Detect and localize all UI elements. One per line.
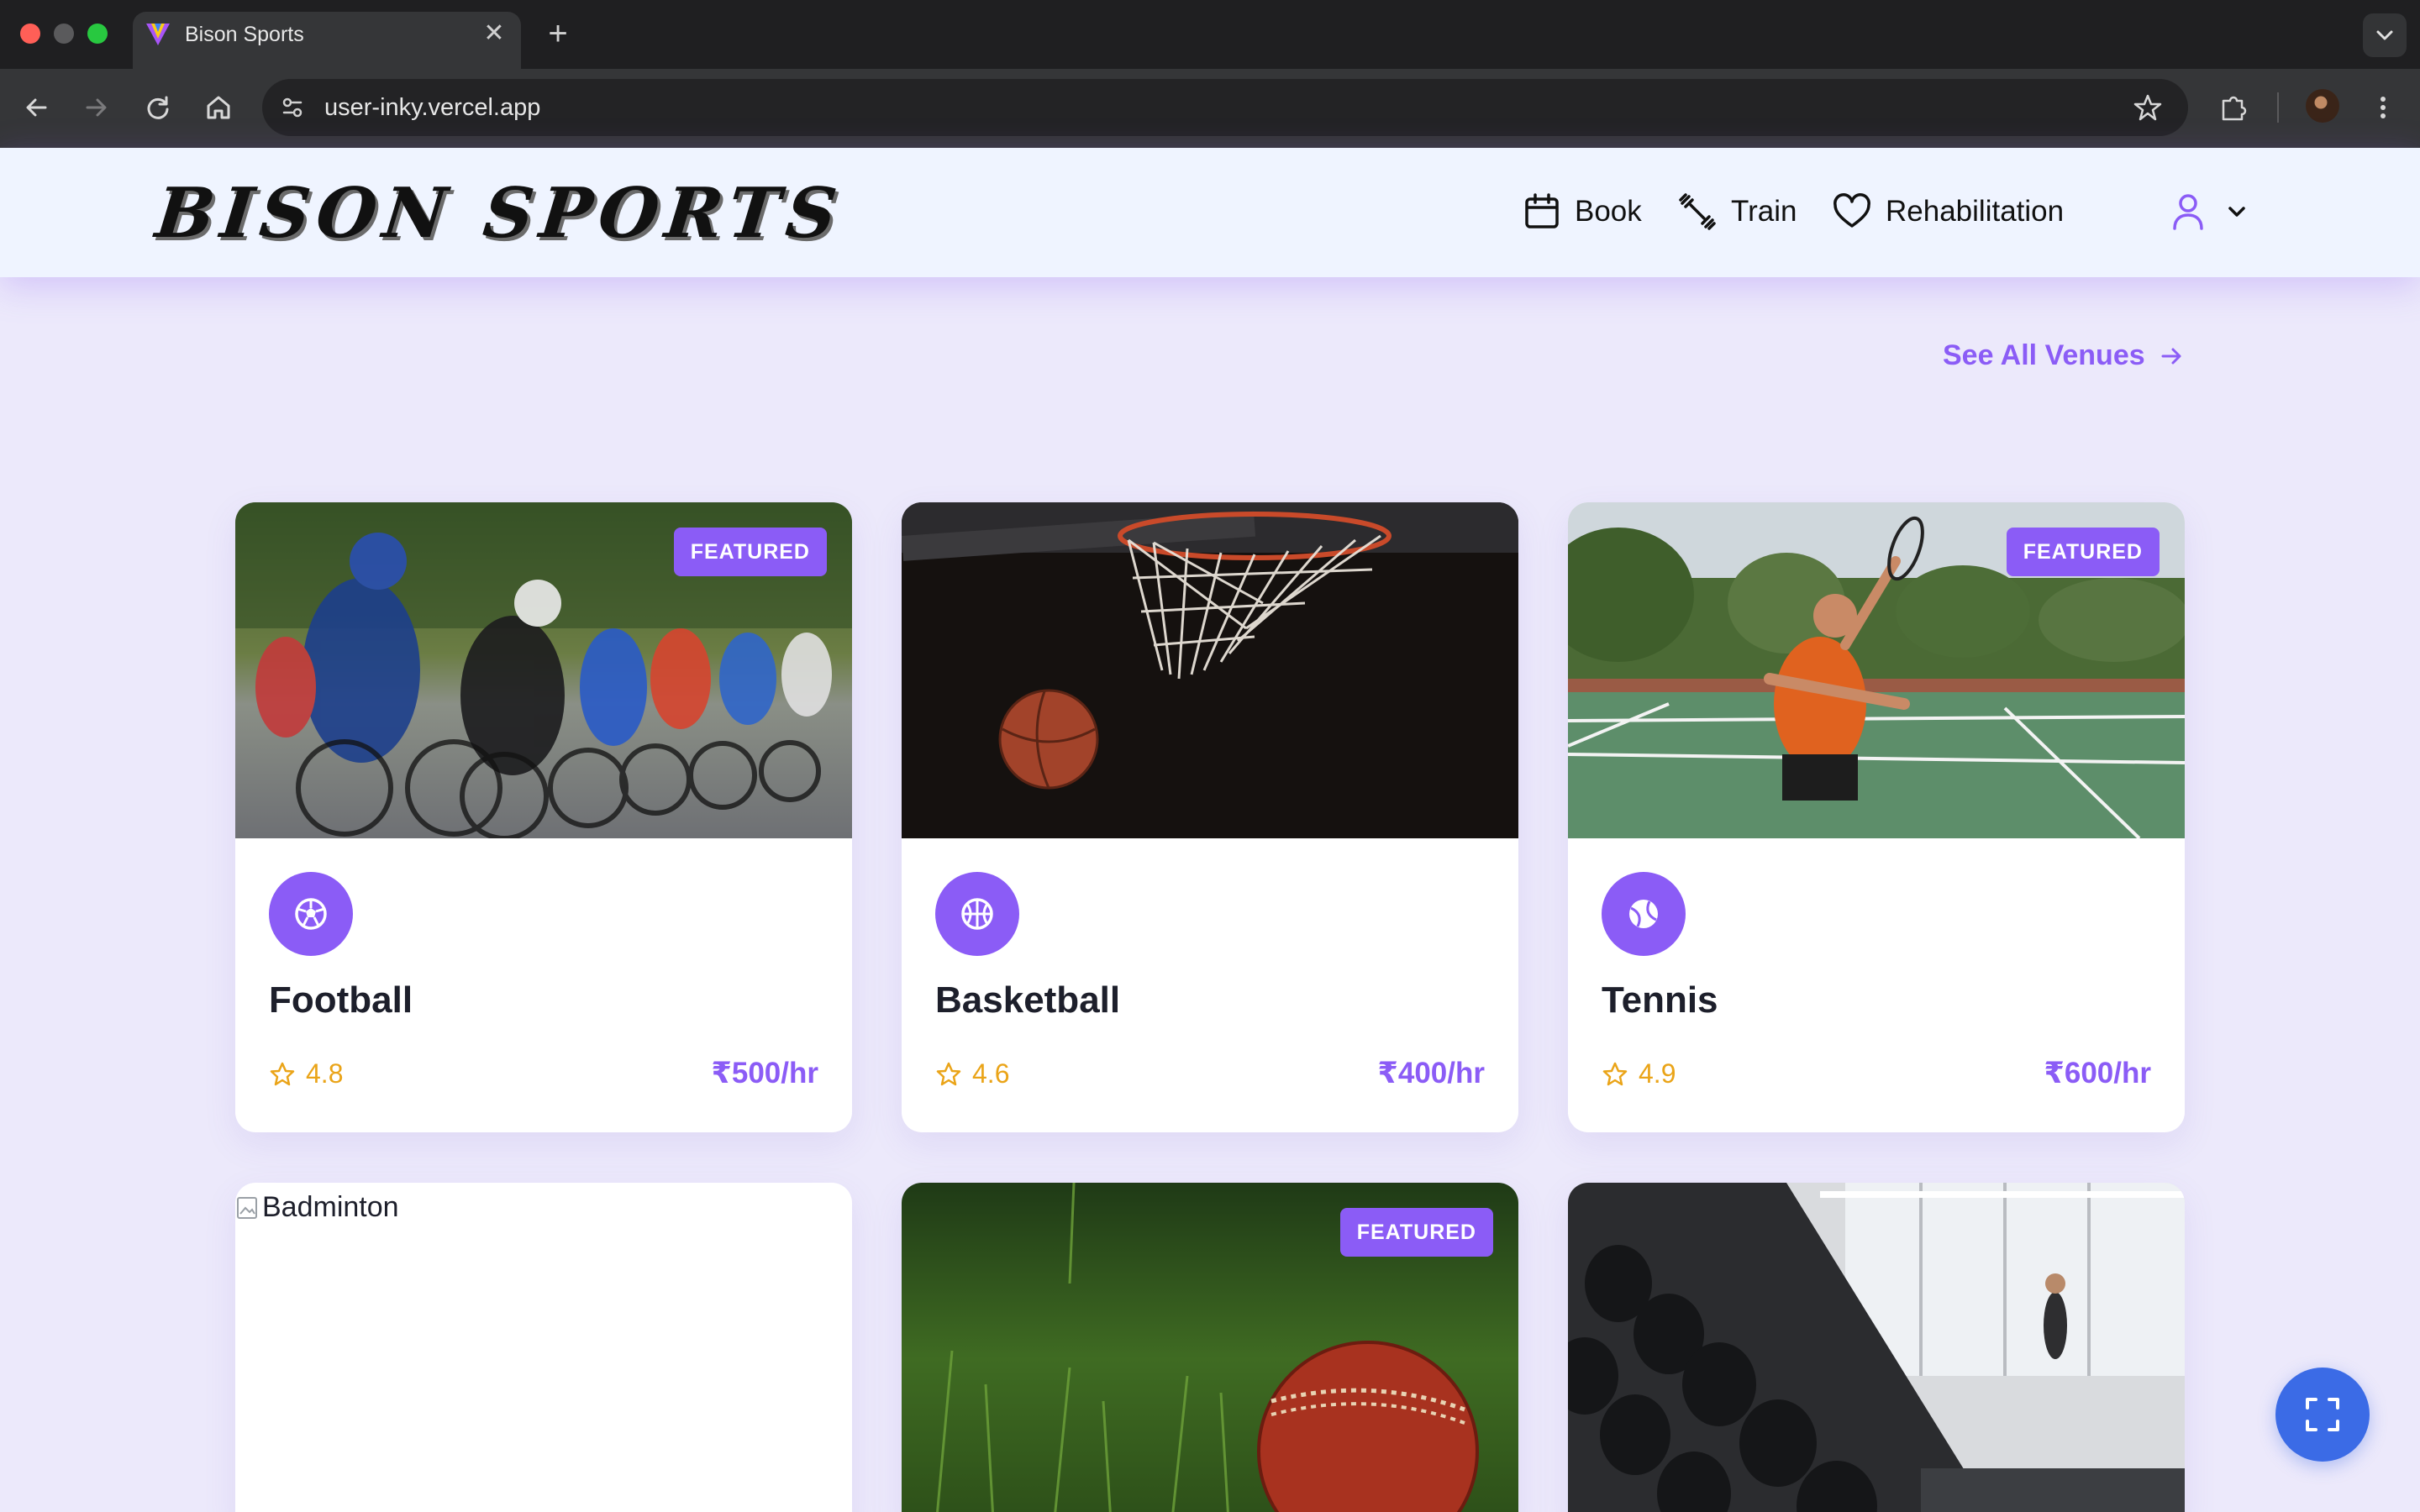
nav-rehabilitation-label: Rehabilitation bbox=[1886, 195, 2065, 228]
venue-rating: 4.9 bbox=[1602, 1058, 1676, 1089]
venue-price: ₹400/hr bbox=[1377, 1057, 1485, 1089]
soccer-ball-icon bbox=[269, 872, 353, 956]
toolbar-divider bbox=[2277, 92, 2279, 123]
see-all-venues-label: See All Venues bbox=[1943, 339, 2145, 371]
venue-title: Basketball bbox=[935, 979, 1121, 1021]
nav-train[interactable]: Train bbox=[1677, 192, 1797, 232]
star-icon bbox=[1602, 1062, 1628, 1085]
window-minimize-button[interactable] bbox=[54, 24, 74, 44]
site-logo[interactable]: BISON SPORTS bbox=[152, 173, 847, 254]
broken-image: Badminton bbox=[235, 1191, 399, 1224]
site-settings-icon[interactable] bbox=[274, 89, 311, 126]
heart-icon bbox=[1833, 193, 1870, 228]
venue-title: Football bbox=[269, 979, 413, 1021]
venue-price: ₹500/hr bbox=[711, 1057, 818, 1089]
window-close-button[interactable] bbox=[20, 24, 40, 44]
arrow-right-icon bbox=[2161, 348, 2181, 364]
venue-rating: 4.6 bbox=[935, 1058, 1009, 1089]
fullscreen-icon bbox=[2306, 1398, 2339, 1431]
reload-icon[interactable] bbox=[139, 89, 176, 126]
profile-avatar[interactable] bbox=[2306, 89, 2339, 123]
venue-image-basketball bbox=[902, 502, 1518, 838]
kebab-menu-icon[interactable] bbox=[2365, 89, 2402, 126]
back-arrow-icon[interactable] bbox=[18, 89, 55, 126]
nav-train-label: Train bbox=[1731, 195, 1797, 228]
tab-title: Bison Sports bbox=[185, 23, 304, 46]
nav-rehabilitation[interactable]: Rehabilitation bbox=[1832, 192, 2064, 232]
rating-value: 4.9 bbox=[1639, 1058, 1676, 1089]
tab-search-button[interactable] bbox=[2363, 13, 2407, 57]
venue-image-gym bbox=[1568, 1183, 2185, 1512]
home-icon[interactable] bbox=[200, 89, 237, 126]
basketball-icon bbox=[935, 872, 1019, 956]
venue-rating: 4.8 bbox=[269, 1058, 343, 1089]
chevron-down-icon bbox=[2228, 207, 2245, 217]
user-icon bbox=[2173, 194, 2203, 230]
user-menu-button[interactable] bbox=[2170, 192, 2255, 232]
plus-icon[interactable]: + bbox=[541, 15, 575, 52]
dumbbell-icon bbox=[1679, 193, 1716, 230]
venue-card-basketball[interactable]: Basketball 4.6 ₹400/hr bbox=[902, 502, 1518, 1132]
address-bar[interactable] bbox=[262, 79, 2188, 136]
broken-image-icon bbox=[237, 1196, 257, 1219]
fullscreen-button[interactable] bbox=[2275, 1368, 2370, 1462]
featured-badge: FEATURED bbox=[1339, 1208, 1493, 1257]
venue-card-gym[interactable] bbox=[1568, 1183, 2185, 1512]
tennis-ball-icon bbox=[1602, 872, 1686, 956]
favicon-icon bbox=[146, 24, 170, 45]
url-text[interactable]: user-inky.vercel.app bbox=[324, 93, 540, 122]
close-icon[interactable]: ✕ bbox=[481, 20, 508, 47]
venue-card-football[interactable]: FEATURED Football 4.8 ₹500/hr bbox=[235, 502, 852, 1132]
forward-arrow-icon[interactable] bbox=[77, 89, 114, 126]
star-icon bbox=[270, 1062, 295, 1085]
nav-book-label: Book bbox=[1575, 195, 1642, 228]
star-icon[interactable] bbox=[2129, 89, 2166, 126]
rating-value: 4.8 bbox=[306, 1058, 344, 1089]
venue-card-cricket[interactable]: FEATURED bbox=[902, 1183, 1518, 1512]
calendar-icon bbox=[1525, 193, 1559, 228]
star-icon bbox=[936, 1062, 961, 1085]
venue-price: ₹600/hr bbox=[2044, 1057, 2151, 1089]
see-all-venues-link[interactable]: See All Venues bbox=[1943, 339, 2184, 372]
venue-card-tennis[interactable]: FEATURED Tennis 4.9 ₹600/hr bbox=[1568, 502, 2185, 1132]
browser-tab-bar: Bison Sports ✕ + bbox=[0, 0, 2420, 69]
image-alt-text: Badminton bbox=[262, 1191, 399, 1223]
rating-value: 4.6 bbox=[972, 1058, 1010, 1089]
venue-title: Tennis bbox=[1602, 979, 1718, 1021]
window-maximize-button[interactable] bbox=[87, 24, 108, 44]
nav-book[interactable]: Book bbox=[1523, 192, 1642, 232]
featured-badge: FEATURED bbox=[673, 528, 827, 576]
chevron-down-icon bbox=[2376, 30, 2393, 40]
featured-badge: FEATURED bbox=[2006, 528, 2160, 576]
site-header: BISON SPORTS Book Train Rehabilitation bbox=[0, 148, 2420, 277]
extensions-icon[interactable] bbox=[2215, 89, 2252, 126]
venue-card-badminton[interactable]: Badminton bbox=[235, 1183, 852, 1512]
